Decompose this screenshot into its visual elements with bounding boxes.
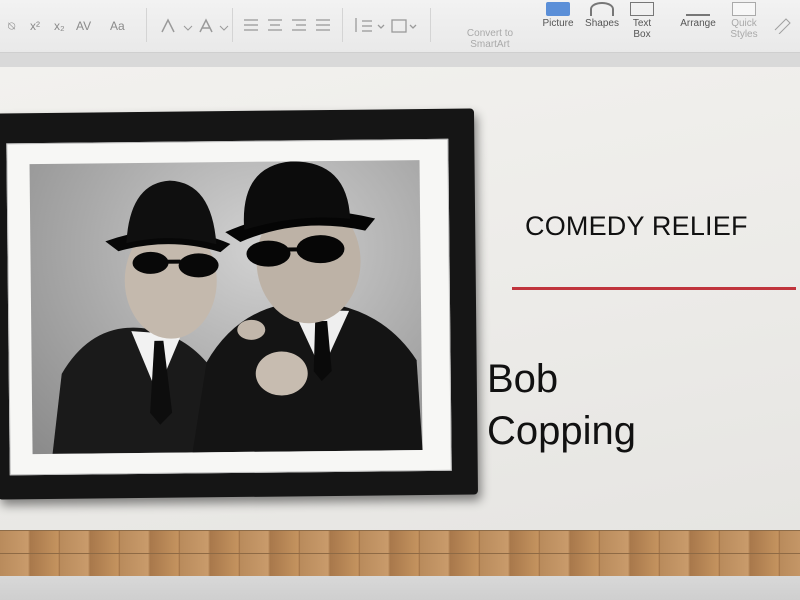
character-spacing-button[interactable]: AV (76, 16, 91, 36)
textbox-label-line2: Box (633, 29, 651, 40)
arrange-label: Arrange (680, 18, 716, 29)
smartart-label-line1: Convert to (466, 28, 514, 39)
slide-name-text[interactable]: Bob Copping (487, 353, 787, 457)
left-man-hat-crown (126, 180, 217, 245)
quick-styles-label-line1: Quick (731, 18, 757, 29)
slide-title[interactable]: COMEDY RELIEF (525, 211, 748, 242)
sunglasses-bridge (286, 247, 301, 252)
ribbon-toolbar: ⍉ x² x₂ AV Aa Convert to SmartArt Pictur… (0, 0, 800, 53)
textbox-label-line1: Text (632, 18, 652, 29)
superscript-button[interactable]: x² (30, 16, 40, 36)
photo-illustration (52, 161, 423, 454)
text-box-button[interactable]: Text Box (626, 2, 658, 40)
name-line-last: Copping (487, 409, 637, 453)
editor-canvas-margin (0, 53, 800, 67)
subscript-button[interactable]: x₂ (54, 16, 65, 36)
textbox-icon (630, 2, 654, 16)
line-spacing-icon[interactable] (352, 16, 422, 36)
photo-two-men-in-hats[interactable] (29, 160, 423, 455)
ribbon-divider (232, 8, 233, 42)
title-underline (512, 287, 796, 290)
quick-styles-button[interactable]: Quick Styles (724, 2, 764, 40)
quick-styles-label-line2: Styles (730, 29, 758, 40)
arrange-button[interactable]: Arrange (676, 2, 720, 29)
ribbon-divider (146, 8, 147, 42)
shapes-icon (590, 2, 614, 16)
name-line-first: Bob (487, 357, 559, 401)
quick-styles-icon (732, 2, 756, 16)
strikethrough-button[interactable]: ⍉ (8, 16, 15, 36)
font-color-icon[interactable] (160, 16, 240, 36)
picture-label: Picture (542, 18, 574, 29)
picture-frame[interactable] (0, 108, 479, 500)
status-bar (0, 576, 800, 600)
align-icon[interactable] (242, 16, 332, 36)
smartart-label-line2: SmartArt (470, 39, 510, 50)
shape-fill-icon[interactable] (772, 14, 796, 34)
sunglasses-bridge (162, 259, 181, 264)
change-case-button[interactable]: Aa (110, 16, 125, 36)
picture-icon (546, 2, 570, 16)
convert-to-smartart-button[interactable]: Convert to SmartArt (460, 2, 520, 50)
ribbon-divider (342, 8, 343, 42)
shapes-label: Shapes (585, 18, 619, 29)
shapes-button[interactable]: Shapes (582, 2, 622, 29)
ribbon-divider (430, 8, 431, 42)
slide-background-wood-floor (0, 530, 800, 577)
slide-canvas[interactable]: COMEDY RELIEF Bob Copping (0, 67, 800, 530)
picture-mat (6, 138, 452, 476)
smartart-icon (478, 2, 502, 16)
arrange-icon (686, 2, 710, 16)
picture-button[interactable]: Picture (536, 2, 580, 29)
